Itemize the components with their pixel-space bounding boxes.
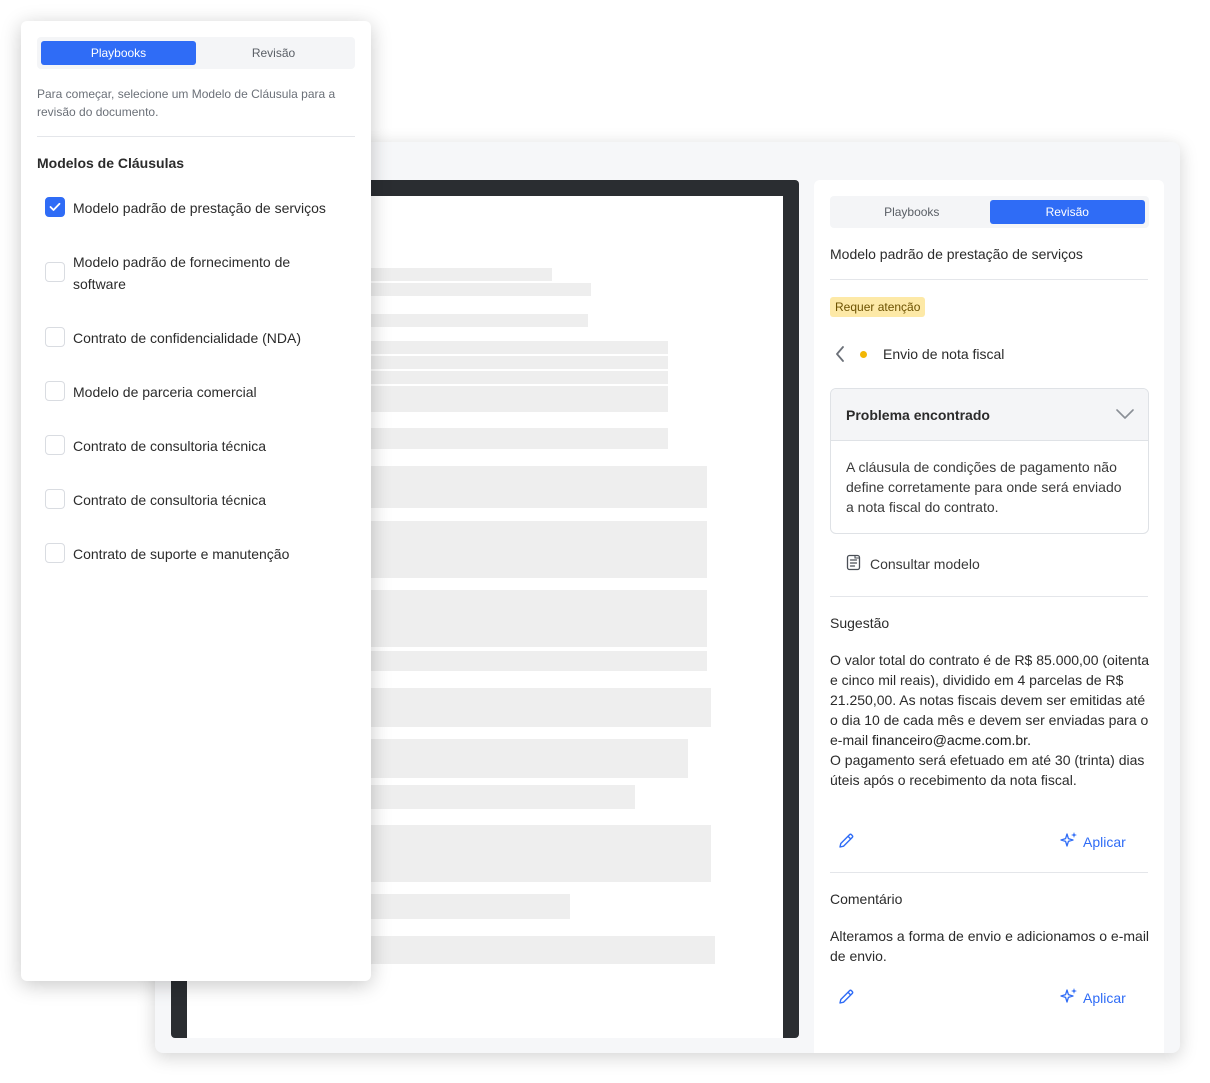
suggestion-heading: Sugestão (830, 615, 890, 631)
comment-heading: Comentário (830, 891, 903, 907)
checkbox[interactable] (45, 197, 65, 217)
mode-switch: Playbooks Revisão (37, 37, 355, 69)
status-badge: Requer atenção (830, 297, 926, 317)
divider (830, 279, 1148, 280)
intro-text: Para começar, selecione um Modelo de Clá… (37, 87, 336, 119)
option-label: Modelo de parceria comercial (73, 384, 257, 400)
option-label: Contrato de consultoria técnica (73, 438, 266, 454)
template-title: Modelo padrão de prestação de serviços (830, 246, 1083, 262)
document-icon (846, 554, 870, 574)
template-option[interactable]: Contrato de consultoria técnica (45, 489, 343, 511)
checkbox[interactable] (45, 543, 65, 563)
option-label: Contrato de confidencialidade (NDA) (73, 330, 302, 346)
apply-suggestion-button[interactable]: Aplicar (1060, 831, 1126, 852)
apply-comment-button[interactable]: Aplicar (1060, 987, 1126, 1008)
divider (830, 872, 1148, 873)
template-option[interactable]: Modelo de parceria comercial (45, 381, 343, 403)
sparkles-icon (1060, 987, 1083, 1008)
template-option[interactable]: Contrato de confidencialidade (NDA) (45, 327, 343, 349)
option-label: Contrato de consultoria técnica (73, 492, 266, 508)
consult-template-link[interactable]: Consultar modelo (846, 554, 980, 574)
suggestion-text: O valor total do contrato é de R$ 85.000… (830, 650, 1152, 790)
suggestion-email: financeiro@acme.com.br. (872, 732, 1031, 748)
problem-card: Problema encontrado A cláusula de condiç… (830, 388, 1149, 534)
divider (37, 136, 355, 137)
issue-row: Envio de nota fiscal (830, 342, 1150, 366)
checkbox[interactable] (45, 489, 65, 509)
template-option[interactable]: Contrato de suporte e manutenção (45, 543, 343, 565)
problem-heading: Problema encontrado (846, 406, 990, 423)
option-label: Modelo padrão de fornecimento de softwar… (73, 254, 291, 292)
option-label: Modelo padrão de prestação de serviços (73, 200, 326, 216)
tab-revisao[interactable]: Revisão (989, 200, 1145, 224)
section-heading: Modelos de Cláusulas (37, 155, 185, 171)
tab-revisao[interactable]: Revisão (196, 41, 351, 65)
problem-text: A cláusula de condições de pagamento não… (846, 459, 1122, 515)
template-option[interactable]: Modelo padrão de prestação de serviços (45, 197, 343, 219)
review-panel: Playbooks Revisão Modelo padrão de prest… (814, 180, 1164, 1053)
comment-text: Alteramos a forma de envio e adicionamos… (830, 928, 1150, 964)
template-option[interactable]: Modelo padrão de fornecimento de softwar… (45, 251, 343, 295)
tab-playbooks[interactable]: Playbooks (41, 41, 196, 65)
issue-label: Envio de nota fiscal (883, 346, 1005, 362)
mode-switch: Playbooks Revisão (830, 196, 1149, 228)
apply-label: Aplicar (1083, 833, 1126, 850)
checkbox[interactable] (45, 262, 65, 282)
apply-label: Aplicar (1083, 989, 1126, 1006)
option-label: Contrato de suporte e manutenção (73, 546, 290, 562)
checkbox[interactable] (45, 435, 65, 455)
consult-label: Consultar modelo (870, 556, 980, 572)
template-option[interactable]: Contrato de consultoria técnica (45, 435, 343, 457)
chevron-left-icon[interactable] (830, 344, 850, 364)
check-icon (49, 202, 61, 211)
chevron-down-icon[interactable] (1116, 406, 1134, 424)
tab-playbooks[interactable]: Playbooks (834, 200, 990, 224)
pencil-icon[interactable] (836, 986, 856, 1006)
suggestion-text-2: O pagamento será efetuado em até 30 (tri… (830, 752, 1145, 788)
pencil-icon[interactable] (836, 830, 856, 850)
playbook-panel: Playbooks Revisão Para começar, selecion… (21, 21, 371, 981)
checkbox[interactable] (45, 381, 65, 401)
divider (830, 596, 1148, 597)
checkbox[interactable] (45, 327, 65, 347)
problem-header[interactable]: Problema encontrado (831, 389, 1148, 441)
sparkles-icon (1060, 831, 1083, 852)
warning-dot (860, 350, 867, 358)
